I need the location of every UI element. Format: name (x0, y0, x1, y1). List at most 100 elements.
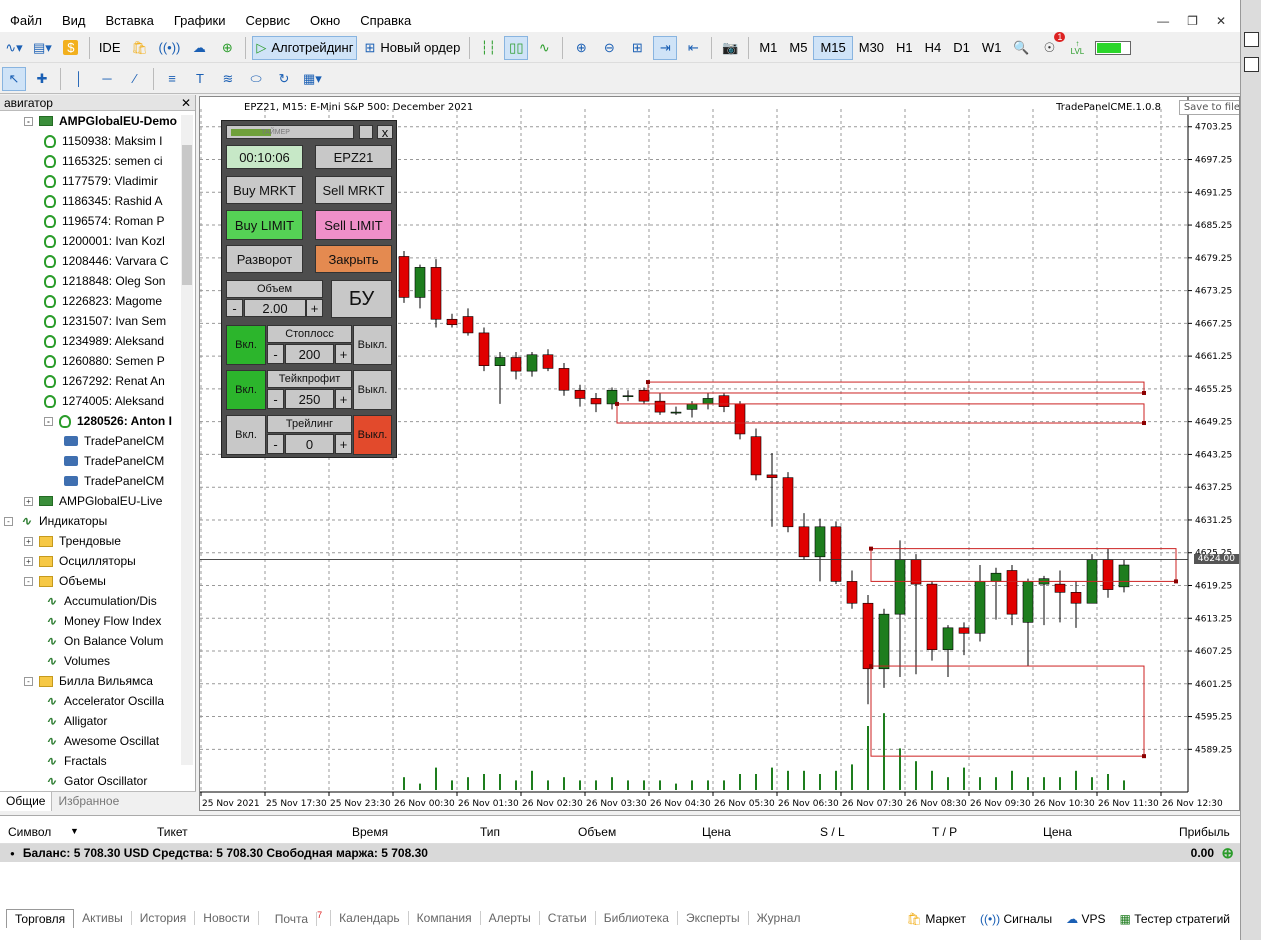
menu-charts[interactable]: Графики (164, 10, 236, 32)
nav-item[interactable]: - Билла Вильямса (24, 671, 153, 691)
expand-icon[interactable]: + (24, 536, 33, 546)
ide-button[interactable]: IDE (96, 36, 124, 60)
collapse-icon[interactable]: - (24, 116, 33, 126)
nav-item[interactable]: + Трендовые (24, 531, 121, 551)
market-bag-icon[interactable]: 🛍 (127, 36, 151, 60)
navigator-close-icon[interactable]: ✕ (181, 96, 191, 110)
trailing-minus-button[interactable]: - (267, 434, 284, 454)
nav-item[interactable]: ∿ Accelerator Oscilla (44, 691, 164, 711)
buy-market-button[interactable]: Buy MRKT (226, 176, 303, 204)
tab-news[interactable]: Новости (195, 911, 259, 925)
zoom-out-icon[interactable]: ⊖ (597, 36, 621, 60)
nav-item[interactable]: 1200001: Ivan Kozl (44, 231, 165, 251)
search-icon[interactable]: 🔍 (1009, 36, 1033, 60)
col-profit[interactable]: Прибыль (1179, 825, 1230, 839)
col-volume[interactable]: Объем (578, 825, 616, 839)
takeprofit-input[interactable]: 250 (285, 389, 334, 409)
navigator-scrollbar[interactable] (181, 115, 193, 765)
stoploss-plus-button[interactable]: + (335, 344, 352, 364)
nav-item[interactable]: TradePanelCM (64, 451, 164, 471)
col-time[interactable]: Время (352, 825, 388, 839)
crosshair-icon[interactable]: ✚ (30, 67, 54, 91)
col-tp[interactable]: T / P (932, 825, 957, 839)
tab-history[interactable]: История (132, 911, 196, 925)
vps-link[interactable]: ☁ VPS (1066, 912, 1105, 926)
tab-experts[interactable]: Эксперты (678, 911, 749, 925)
nav-item[interactable]: - 1280526: Anton I (44, 411, 172, 431)
nav-item[interactable]: 1260880: Semen P (44, 351, 165, 371)
col-price-current[interactable]: Цена (1043, 825, 1072, 839)
nav-item[interactable]: 1196574: Roman P (44, 211, 165, 231)
stoploss-input[interactable]: 200 (285, 344, 334, 364)
algotrading-button[interactable]: ▷ Алготрейдинг (252, 35, 358, 60)
grid-icon[interactable]: ⊞ (625, 36, 649, 60)
menu-view[interactable]: Вид (52, 10, 96, 32)
save-to-file-tooltip[interactable]: Save to file (1178, 100, 1239, 115)
window-thumb-icon[interactable] (1244, 32, 1259, 47)
nav-item[interactable]: 1150938: Maksim I (44, 131, 163, 151)
tab-library[interactable]: Библиотека (596, 911, 678, 925)
col-sl[interactable]: S / L (820, 825, 845, 839)
collapse-icon[interactable]: - (24, 576, 33, 586)
trailing-plus-button[interactable]: + (335, 434, 352, 454)
menu-help[interactable]: Справка (350, 10, 421, 32)
tf-d1[interactable]: D1 (947, 36, 976, 60)
nav-item[interactable]: 1226823: Magome (44, 291, 162, 311)
nav-item[interactable]: ∿ Accumulation/Dis (44, 591, 157, 611)
shapes-icon[interactable]: ⬭ (244, 67, 268, 91)
tab-mail[interactable]: Почта 7 (259, 910, 332, 926)
takeprofit-off-button[interactable]: Выкл. (353, 370, 392, 410)
nav-item[interactable]: ∿ Awesome Oscillat (44, 731, 159, 751)
nav-item[interactable]: 1231507: Ivan Sem (44, 311, 166, 331)
chart-type-icon[interactable]: ∿▾ (2, 36, 26, 60)
nav-item[interactable]: 1267292: Renat An (44, 371, 165, 391)
nav-item[interactable]: ∿ Gator Oscillator (44, 771, 147, 791)
volume-plus-button[interactable]: + (306, 299, 323, 317)
candles-icon[interactable]: ▯▯ (504, 35, 529, 60)
minimize-icon[interactable]: — (1157, 14, 1169, 28)
horizontal-line-icon[interactable]: ─ (95, 67, 119, 91)
nav-item[interactable]: TradePanelCM (64, 471, 164, 491)
add-icon[interactable]: ⊕ (1221, 844, 1234, 862)
nav-item[interactable]: TradePanelCM (64, 431, 164, 451)
autoscroll-icon[interactable]: ⇥ (653, 35, 678, 60)
stoploss-on-button[interactable]: Вкл. (226, 325, 266, 365)
cursor-icon[interactable]: ↖ (2, 66, 26, 91)
col-symbol[interactable]: Символ (8, 825, 51, 839)
screenshot-icon[interactable]: 📷 (718, 36, 742, 60)
tf-m1[interactable]: M1 (753, 36, 783, 60)
nav-item[interactable]: 1186345: Rashid A (44, 191, 163, 211)
nav-item[interactable]: ∿ Money Flow Index (44, 611, 161, 631)
col-type[interactable]: Тип (480, 825, 500, 839)
tab-alerts[interactable]: Алерты (481, 911, 540, 925)
cloud-icon[interactable]: ☁ (187, 36, 211, 60)
tf-m5[interactable]: M5 (783, 36, 813, 60)
nav-item[interactable]: 1177579: Vladimir (44, 171, 158, 191)
nav-item[interactable]: - Объемы (24, 571, 106, 591)
nav-item[interactable]: + Осцилляторы (24, 551, 136, 571)
breakeven-button[interactable]: БУ (331, 280, 392, 318)
nav-item[interactable]: 1234989: Aleksand (44, 331, 164, 351)
tab-company[interactable]: Компания (409, 911, 481, 925)
fibo-icon[interactable]: ≋ (216, 67, 240, 91)
text-icon[interactable]: T (188, 67, 212, 91)
nav-item[interactable]: ∿ Fractals (44, 751, 107, 771)
takeprofit-plus-button[interactable]: + (335, 389, 352, 409)
close-all-button[interactable]: Закрыть (315, 245, 392, 273)
dollar-icon[interactable]: $ (59, 36, 83, 60)
sell-limit-button[interactable]: Sell LIMIT (315, 210, 392, 240)
tf-w1[interactable]: W1 (976, 36, 1008, 60)
chart-shift-icon[interactable]: ⇤ (681, 36, 705, 60)
panel-close-button[interactable]: x (377, 125, 393, 140)
stoploss-minus-button[interactable]: - (267, 344, 284, 364)
tab-favorites[interactable]: Избранное (52, 792, 125, 811)
collapse-icon[interactable]: - (4, 516, 13, 526)
more-objects-icon[interactable]: ▦▾ (300, 67, 325, 91)
col-price[interactable]: Цена (702, 825, 731, 839)
restore-icon[interactable]: ❐ (1187, 14, 1198, 28)
arrows-icon[interactable]: ↻ (272, 67, 296, 91)
strategy-tester-link[interactable]: ▦ Тестер стратегий (1120, 912, 1230, 926)
tab-journal[interactable]: Журнал (749, 911, 809, 925)
volume-minus-button[interactable]: - (226, 299, 243, 317)
trailing-off-button[interactable]: Выкл. (353, 415, 392, 455)
